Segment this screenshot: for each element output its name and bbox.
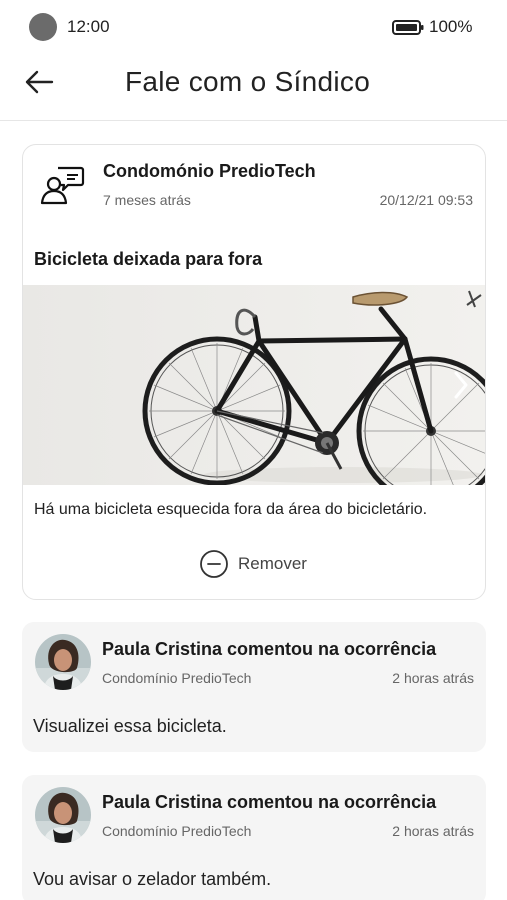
post-title: Bicicleta deixada para fora <box>34 249 263 269</box>
camera-dot <box>29 13 57 41</box>
bicycle-photo[interactable] <box>23 285 486 485</box>
comment-text: Vou avisar o zelador também. <box>33 869 272 889</box>
comment-relative-time: 2 horas atrás <box>392 823 474 839</box>
comment-title: Paula Cristina comentou na ocorrência <box>102 792 437 812</box>
app-header: Fale com o Síndico <box>0 54 507 121</box>
comment-relative-time: 2 horas atrás <box>392 670 474 686</box>
chat-bubble-person-icon <box>40 166 85 205</box>
comment-text: Visualizei essa bicicleta. <box>33 716 227 736</box>
avatar <box>35 634 91 690</box>
minus-circle-icon <box>200 550 228 578</box>
battery-full-icon <box>392 20 424 35</box>
arrow-left-icon <box>25 70 54 94</box>
post-body: Há uma bicicleta esquecida fora da área … <box>34 501 428 518</box>
post-datetime: 20/12/21 09:53 <box>379 192 473 208</box>
status-bar: 12:00 100% <box>0 0 507 54</box>
chevron-right-icon <box>454 371 468 399</box>
battery-percentage: 100% <box>429 17 473 36</box>
app-screen: 12:00 100% Fale com o Síndico Condomónio… <box>0 0 507 900</box>
remove-label: Remover <box>238 554 307 573</box>
post-relative-time: 7 meses atrás <box>103 192 191 208</box>
comment-card[interactable]: Paula Cristina comentou na ocorrência Co… <box>22 775 486 900</box>
status-time: 12:00 <box>67 17 110 36</box>
post-card: Condomónio PredioTech 7 meses atrás 20/1… <box>22 144 486 600</box>
avatar <box>35 787 91 843</box>
comment-card[interactable]: Paula Cristina comentou na ocorrência Co… <box>22 622 486 752</box>
page-title: Fale com o Síndico <box>125 66 371 97</box>
comment-condominium: Condomínio PredioTech <box>102 670 252 686</box>
next-image-button[interactable] <box>448 367 474 403</box>
post-author: Condomónio PredioTech <box>103 161 316 181</box>
comment-title: Paula Cristina comentou na ocorrência <box>102 639 437 659</box>
back-button[interactable] <box>22 66 58 98</box>
comment-condominium: Condomínio PredioTech <box>102 823 252 839</box>
remove-button[interactable]: Remover <box>199 547 307 581</box>
